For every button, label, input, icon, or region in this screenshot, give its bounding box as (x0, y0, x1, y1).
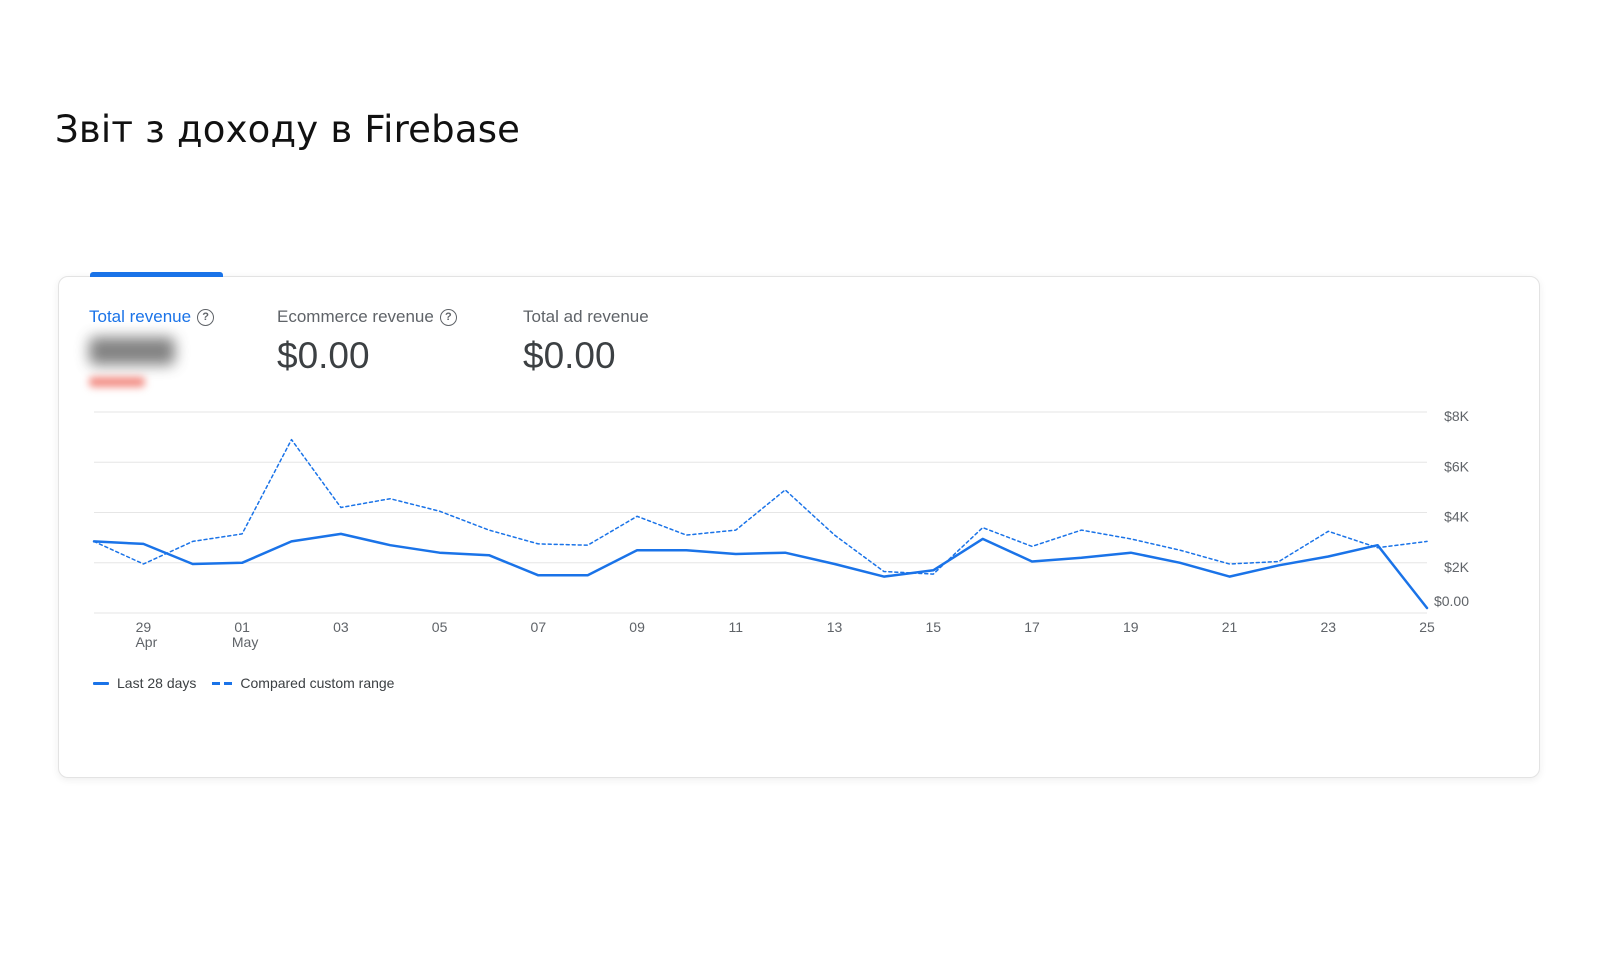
x-tick-label: 07 (531, 619, 547, 635)
y-tick-label: $0.00 (1434, 593, 1469, 609)
x-tick-label: 11 (729, 619, 744, 635)
legend-solid-line-icon (93, 681, 109, 685)
legend-dashed-line-icon (212, 681, 233, 685)
x-tick-label: 15 (926, 619, 942, 635)
legend-current-label: Last 28 days (117, 675, 197, 691)
x-tick-label: 17 (1024, 619, 1040, 635)
y-tick-label: $6K (1444, 458, 1470, 474)
chart-legend: Last 28 days Compared custom range (93, 675, 394, 691)
x-tick-label: 09 (629, 619, 645, 635)
x-tick-label: 25 (1419, 619, 1435, 635)
revenue-report-card: Total revenue ? Ecommerce revenue ? $0.0… (58, 272, 1540, 778)
x-tick-sublabel: May (232, 634, 258, 650)
x-tick-label: 03 (333, 619, 349, 635)
legend-compare-label: Compared custom range (240, 675, 395, 691)
page-title: Звіт з доходу в Firebase (55, 108, 521, 151)
series-line-current (92, 532, 1429, 610)
x-tick-label: 19 (1123, 619, 1139, 635)
x-tick-label: 13 (827, 619, 843, 635)
x-tick-label: 29 (136, 619, 152, 635)
x-tick-label: 21 (1222, 619, 1238, 635)
x-tick-sublabel: Apr (135, 634, 157, 650)
y-tick-label: $4K (1444, 509, 1470, 525)
x-tick-label: 05 (432, 619, 448, 635)
x-tick-label: 01 (234, 619, 250, 635)
x-tick-label: 23 (1320, 619, 1336, 635)
revenue-line-chart: $0.00 $2K $4K $6K $8K 29Apr 01May 03 05 07 09 11 13 1… (92, 408, 1470, 650)
y-tick-label: $8K (1444, 408, 1470, 424)
y-tick-label: $2K (1444, 559, 1470, 575)
